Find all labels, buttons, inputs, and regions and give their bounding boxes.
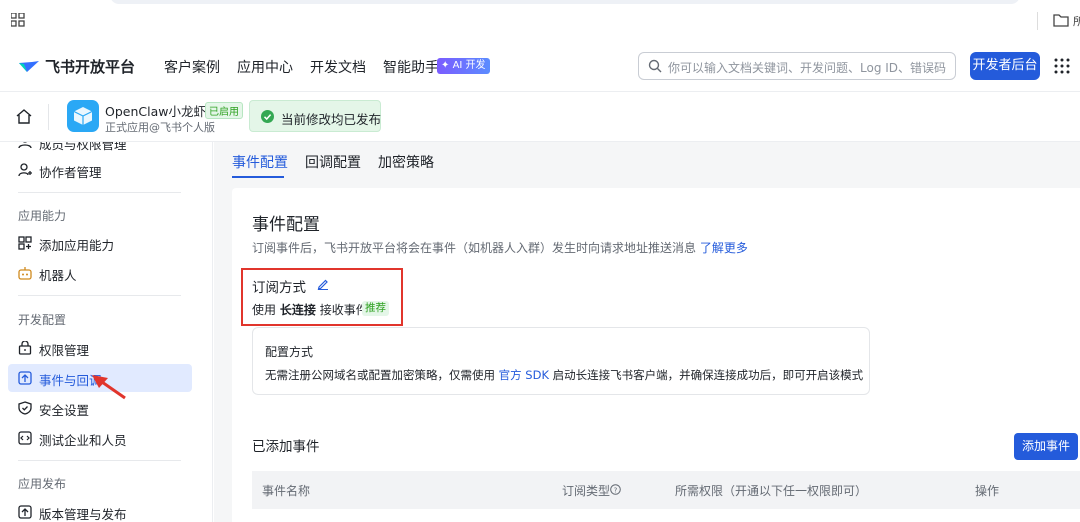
added-events-title: 已添加事件 <box>252 439 320 455</box>
search-icon <box>648 59 662 73</box>
ai-badge: ✦ AI 开发 <box>437 58 490 74</box>
tab-callback-config[interactable]: 回调配置 <box>305 152 361 172</box>
page-title: 事件配置 <box>252 215 320 235</box>
version-icon <box>18 505 32 519</box>
sidebar-item-bot[interactable]: 机器人 <box>8 259 192 287</box>
mode-card-text-b: 启动长连接飞书客户端，并确保连接成功后，即可开启该模式 <box>552 368 864 382</box>
user-icon <box>18 163 32 177</box>
section-title-app-capabilities: 应用能力 <box>18 209 67 223</box>
home-icon[interactable] <box>16 109 32 124</box>
app-name: OpenClaw小龙虾虾 <box>105 104 219 119</box>
app-launcher-icon[interactable] <box>1054 58 1070 74</box>
top-nav: 飞书开放平台 客户案例 应用中心 开发文档 智能助手 ✦ AI 开发 你可以输入… <box>0 40 1080 92</box>
column-header-actions: 操作 <box>975 484 1000 498</box>
annotation-arrow-icon <box>92 375 126 400</box>
nav-customer-cases[interactable]: 客户案例 <box>164 57 220 77</box>
column-header-event-name: 事件名称 <box>262 484 311 498</box>
divider <box>18 192 181 193</box>
sidebar-item-member-permissions[interactable]: 成员与权限管理 <box>8 142 192 156</box>
brand-name[interactable]: 飞书开放平台 <box>45 56 135 77</box>
sidebar-item-permissions[interactable]: 权限管理 <box>8 334 192 362</box>
lock-icon <box>18 341 32 355</box>
robot-icon <box>18 267 32 280</box>
sidebar-item-label: 安全设置 <box>39 403 90 418</box>
feishu-logo-icon <box>19 61 39 72</box>
column-header-subscription-type: 订阅类型 <box>562 484 611 498</box>
shield-icon <box>18 401 32 415</box>
sidebar-item-collaborators[interactable]: 协作者管理 <box>8 156 192 184</box>
page-description: 订阅事件后，飞书开放平台将会在事件（如机器人入群）发生时向请求地址推送消息 了解… <box>252 239 748 256</box>
divider <box>18 460 181 461</box>
tab-indicator <box>232 176 284 178</box>
mode-prefix: 使用 <box>252 303 277 317</box>
edit-icon[interactable] <box>317 278 329 290</box>
check-circle-icon <box>261 110 274 123</box>
sidebar-item-label: 测试企业和人员 <box>39 433 127 448</box>
mode-suffix: 接收事件 <box>319 303 368 317</box>
sidebar: 成员与权限管理 协作者管理 应用能力 添加应用能力 机器人 开发配置 权限管理 … <box>0 142 213 522</box>
sidebar-item-version-release[interactable]: 版本管理与发布 <box>8 498 192 522</box>
section-title-release: 应用发布 <box>18 477 67 491</box>
svg-text:?: ? <box>614 486 618 494</box>
sidebar-item-test-tenants[interactable]: 测试企业和人员 <box>8 424 192 452</box>
address-bar[interactable] <box>110 0 1020 4</box>
learn-more-link[interactable]: 了解更多 <box>700 241 748 255</box>
mode-card-title: 配置方式 <box>265 345 314 359</box>
subscribe-mode-value: 使用 长连接 接收事件 <box>252 301 368 318</box>
tab-event-config[interactable]: 事件配置 <box>232 152 288 172</box>
apps-grid-icon[interactable] <box>11 13 25 27</box>
divider <box>1037 12 1038 30</box>
sidebar-item-label: 机器人 <box>39 268 77 283</box>
enabled-badge: 已启用 <box>205 102 243 119</box>
code-icon <box>18 431 32 445</box>
published-toast: 当前修改均已发布 <box>249 100 381 132</box>
sidebar-item-label: 协作者管理 <box>39 165 102 180</box>
config-mode-card: 配置方式 无需注册公网域名或配置加密策略，仅需使用 官方 SDK 启动长连接飞书… <box>252 327 870 395</box>
description-text: 订阅事件后，飞书开放平台将会在事件（如机器人入群）发生时向请求地址推送消息 <box>252 241 697 255</box>
recommend-badge: 推荐 <box>362 301 389 316</box>
toast-text: 当前修改均已发布 <box>281 112 382 127</box>
search-placeholder: 你可以输入文档关键词、开发问题、Log ID、错误码 <box>668 61 947 75</box>
tab-encryption[interactable]: 加密策略 <box>378 152 434 172</box>
nav-dev-docs[interactable]: 开发文档 <box>310 57 366 77</box>
nav-smart-assistant[interactable]: 智能助手 <box>383 57 439 77</box>
app-subtitle: 正式应用@飞书个人版 <box>105 121 215 134</box>
nav-app-center[interactable]: 应用中心 <box>237 57 293 77</box>
app-bar: OpenClaw小龙虾虾 已启用 正式应用@飞书个人版 当前修改均已发布 <box>0 92 1080 142</box>
add-event-button[interactable]: 添加事件 <box>1014 433 1078 460</box>
help-icon[interactable]: ? <box>610 484 621 495</box>
subscribe-mode-label: 订阅方式 <box>252 280 306 296</box>
ai-badge-label: AI 开发 <box>452 60 486 71</box>
divider <box>48 104 49 130</box>
cube-icon <box>73 107 93 125</box>
mode-card-text: 无需注册公网域名或配置加密策略，仅需使用 官方 SDK 启动长连接飞书客户端，并… <box>265 367 863 383</box>
grid-icon <box>18 236 32 250</box>
sparkle-icon: ✦ <box>441 60 450 71</box>
folder-icon[interactable] <box>1053 13 1069 27</box>
sidebar-item-label: 权限管理 <box>39 343 90 358</box>
sidebar-item-label: 添加应用能力 <box>39 238 115 253</box>
events-table-header: 事件名称 订阅类型 ? 所需权限（开通以下任一权限即可） 操作 <box>252 471 1080 509</box>
developer-console-button[interactable]: 开发者后台 <box>970 52 1040 80</box>
app-logo <box>67 100 99 132</box>
sidebar-item-label: 版本管理与发布 <box>39 507 127 522</box>
mode-long-connection: 长连接 <box>279 303 316 317</box>
sidebar-item-label: 成员与权限管理 <box>39 142 127 152</box>
sidebar-item-add-capability[interactable]: 添加应用能力 <box>8 229 192 257</box>
search-input[interactable]: 你可以输入文档关键词、开发问题、Log ID、错误码 <box>638 52 956 80</box>
divider <box>18 295 181 296</box>
column-header-permissions: 所需权限（开通以下任一权限即可） <box>675 484 868 498</box>
section-title-dev-config: 开发配置 <box>18 313 67 327</box>
event-icon <box>18 371 32 385</box>
mode-card-text-a: 无需注册公网域名或配置加密策略，仅需使用 <box>265 368 495 382</box>
member-icon <box>18 142 32 149</box>
browser-bar: 所 <box>0 0 1080 40</box>
official-sdk-link[interactable]: 官方 SDK <box>499 368 549 382</box>
